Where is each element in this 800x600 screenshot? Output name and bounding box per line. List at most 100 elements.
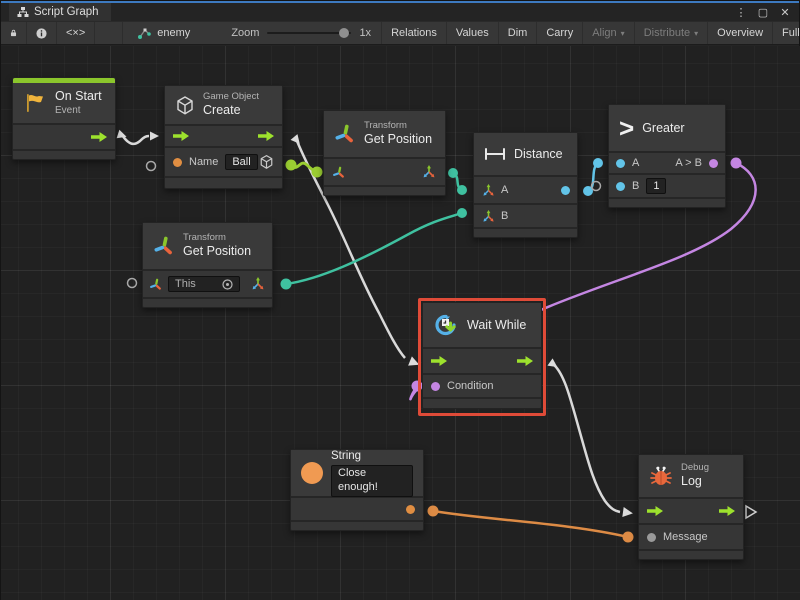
position-icon bbox=[481, 209, 496, 224]
string-value-field[interactable]: Close enough! bbox=[331, 465, 413, 497]
maximize-icon[interactable]: ▢ bbox=[755, 6, 771, 19]
message-input-port[interactable] bbox=[647, 533, 656, 542]
number-input-a-port[interactable] bbox=[616, 159, 625, 168]
node-title: Get Position bbox=[364, 132, 432, 148]
vector3-input-b[interactable]: B bbox=[481, 209, 508, 224]
node-greater[interactable]: > Greater A A > B B 1 bbox=[608, 104, 726, 208]
wire-getposition-bottom-to-distance-b[interactable] bbox=[281, 208, 468, 290]
wire-waitwhile-to-log[interactable] bbox=[547, 358, 633, 518]
overview-button[interactable]: Overview bbox=[708, 22, 773, 44]
node-header: Distance bbox=[474, 133, 577, 175]
full-screen-button[interactable]: Full Screen bbox=[773, 22, 800, 44]
vector3-output-port[interactable] bbox=[421, 164, 437, 180]
unconnected-port-ring[interactable] bbox=[147, 162, 156, 171]
code-toggle-button[interactable]: <×> bbox=[57, 22, 95, 44]
flow-arrow-icon bbox=[431, 356, 447, 366]
wire-string-to-log-message[interactable] bbox=[428, 506, 634, 543]
values-button[interactable]: Values bbox=[447, 22, 499, 44]
node-distance[interactable]: Distance A bbox=[473, 132, 578, 238]
graph-toolbar: <×> enemy Zoom 1x Relations Values Dim C… bbox=[1, 21, 799, 45]
name-value-field[interactable]: Ball bbox=[225, 154, 257, 170]
carry-button[interactable]: Carry bbox=[537, 22, 583, 44]
boolean-output-port[interactable] bbox=[709, 159, 718, 168]
flow-row bbox=[639, 497, 743, 523]
flow-output-port[interactable] bbox=[719, 506, 735, 516]
zoom-slider-handle[interactable] bbox=[339, 28, 349, 38]
node-create-game-object[interactable]: Game Object Create Name Ball bbox=[164, 85, 283, 189]
name-row: Name Ball bbox=[165, 146, 282, 176]
vector3-input-a[interactable]: A bbox=[481, 183, 508, 198]
node-category: Transform bbox=[364, 120, 432, 132]
zoom-label: Zoom bbox=[231, 27, 259, 39]
port-row bbox=[13, 123, 115, 149]
port-label: B bbox=[632, 180, 639, 192]
node-debug-log[interactable]: Debug Log Message bbox=[638, 454, 744, 560]
graph-canvas[interactable]: On Start Event Game Object bbox=[1, 46, 800, 600]
node-title: Distance bbox=[514, 147, 563, 161]
window-controls: ⋮ ▢ ✕ bbox=[733, 6, 799, 19]
tab-script-graph[interactable]: Script Graph bbox=[9, 3, 111, 21]
unconnected-port-ring[interactable] bbox=[128, 279, 137, 288]
port-label: Message bbox=[663, 531, 708, 543]
node-category: Transform bbox=[183, 232, 251, 244]
port-row-a: A bbox=[474, 175, 577, 203]
node-title: Create bbox=[203, 103, 259, 119]
window-menu-icon[interactable]: ⋮ bbox=[733, 6, 749, 19]
gameobject-output-port[interactable] bbox=[259, 154, 274, 170]
transform-input-port[interactable] bbox=[332, 165, 346, 180]
flow-output-port[interactable] bbox=[91, 132, 107, 142]
lock-button[interactable] bbox=[1, 22, 27, 44]
node-get-position-bottom[interactable]: Transform Get Position This bbox=[142, 222, 273, 308]
transform-mini-icon bbox=[332, 165, 346, 180]
node-footer bbox=[291, 520, 423, 530]
flag-icon bbox=[23, 91, 47, 115]
close-icon[interactable]: ✕ bbox=[777, 6, 793, 19]
wire-getposition-top-to-distance-a[interactable] bbox=[448, 168, 467, 195]
target-field[interactable]: This bbox=[168, 276, 240, 292]
zoom-slider[interactable] bbox=[267, 32, 351, 34]
result-label: A > B bbox=[675, 157, 702, 169]
align-dropdown[interactable]: Align▾ bbox=[583, 22, 634, 44]
wire-onstart-to-create[interactable] bbox=[117, 130, 159, 144]
lock-icon bbox=[10, 27, 17, 39]
node-on-start[interactable]: On Start Event bbox=[12, 77, 116, 160]
node-category: Game Object bbox=[203, 91, 259, 103]
cube-icon bbox=[259, 154, 274, 170]
node-footer bbox=[609, 197, 725, 207]
bug-icon bbox=[649, 465, 673, 487]
object-picker-icon[interactable] bbox=[222, 279, 233, 290]
string-port-dot bbox=[406, 505, 415, 514]
position-icon bbox=[481, 183, 496, 198]
wire-create-to-getposition[interactable] bbox=[286, 160, 323, 178]
number-input-b-port[interactable] bbox=[616, 182, 625, 191]
vector3-output-port[interactable] bbox=[250, 276, 266, 292]
message-row: Message bbox=[639, 523, 743, 549]
window-focus-highlight bbox=[1, 1, 799, 3]
info-button[interactable] bbox=[27, 22, 57, 44]
node-wait-while[interactable]: Wait While Condition bbox=[422, 302, 542, 409]
flow-output-port[interactable] bbox=[258, 131, 274, 141]
node-subtitle: Event bbox=[55, 105, 102, 118]
graph-reference[interactable]: enemy bbox=[123, 22, 199, 44]
node-title: String bbox=[331, 449, 413, 463]
flow-input-port[interactable] bbox=[173, 131, 189, 141]
b-value-field[interactable]: 1 bbox=[646, 178, 666, 194]
number-output-port[interactable] bbox=[561, 186, 570, 195]
distance-icon bbox=[484, 148, 506, 160]
flow-output-port[interactable] bbox=[517, 356, 533, 366]
node-get-position-top[interactable]: Transform Get Position bbox=[323, 110, 446, 196]
node-string[interactable]: String Close enough! bbox=[290, 449, 424, 531]
dim-button[interactable]: Dim bbox=[499, 22, 538, 44]
flow-arrow-icon bbox=[91, 132, 107, 142]
distribute-dropdown[interactable]: Distribute▾ bbox=[635, 22, 708, 44]
flow-input-port[interactable] bbox=[431, 356, 447, 366]
tab-title: Script Graph bbox=[34, 6, 99, 18]
script-graph-window: Script Graph ⋮ ▢ ✕ <×> bbox=[0, 0, 800, 600]
relations-button[interactable]: Relations bbox=[381, 22, 447, 44]
flow-arrow-icon bbox=[258, 131, 274, 141]
flow-input-port[interactable] bbox=[647, 506, 663, 516]
string-output-port[interactable] bbox=[406, 505, 415, 514]
string-input-port[interactable] bbox=[173, 158, 182, 167]
boolean-input-port[interactable] bbox=[431, 382, 440, 391]
unconnected-flow-triangle[interactable] bbox=[746, 506, 756, 518]
